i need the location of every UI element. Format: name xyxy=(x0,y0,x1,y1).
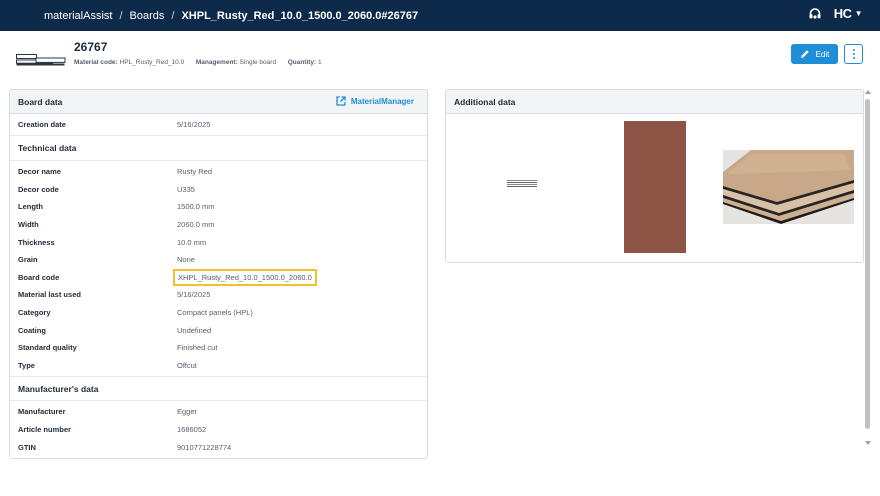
type-row: Type Offcut xyxy=(10,357,427,375)
edit-button[interactable]: Edit xyxy=(791,44,838,64)
more-vertical-icon xyxy=(852,49,855,51)
edit-button-label: Edit xyxy=(815,49,830,59)
field-label: Decor name xyxy=(18,167,61,177)
gtin-row: GTIN 9010771228774 xyxy=(10,438,427,456)
field-value: 1686052 xyxy=(177,425,207,435)
breadcrumb-boards[interactable]: Boards xyxy=(130,10,165,22)
quantity-value: 1 xyxy=(318,59,322,66)
field-value: U335 xyxy=(177,184,195,194)
board-id-title: 26767 xyxy=(74,40,108,54)
material-code-value: HPL_Rusty_Red_10.0 xyxy=(119,59,185,66)
field-label: GTIN xyxy=(18,442,36,452)
field-value: Compact panels (HPL) xyxy=(177,308,253,318)
brand-menu[interactable]: HC ▼ xyxy=(833,6,863,21)
additional-data-card: Additional data xyxy=(445,89,864,263)
field-label: Board code xyxy=(18,272,60,282)
length-row: Length 1500.0 mm xyxy=(10,198,427,216)
field-label: Coating xyxy=(18,325,46,335)
decor-swatch xyxy=(624,121,686,253)
board-meta: Material code: HPL_Rusty_Red_10.0 Manage… xyxy=(74,59,322,66)
technical-data-heading: Technical data xyxy=(10,136,427,161)
field-value: Undefined xyxy=(177,325,212,335)
manufacturer-logo xyxy=(507,180,537,188)
field-value: 9010771228774 xyxy=(177,442,232,452)
external-link-icon xyxy=(336,96,346,106)
material-manager-link[interactable]: MaterialManager xyxy=(336,96,414,106)
field-label: Manufacturer xyxy=(18,407,66,417)
coating-row: Coating Undefined xyxy=(10,321,427,339)
manufacturer-row: Manufacturer Egger xyxy=(10,403,427,421)
management-value: Single board xyxy=(239,59,277,66)
breadcrumb-materialassist[interactable]: materialAssist xyxy=(44,10,112,22)
field-label: Material last used xyxy=(18,290,81,300)
manufacturer-data-heading: Manufacturer's data xyxy=(10,376,427,402)
technical-data-list: Decor name Rusty Red Decor code U335 Lengt… xyxy=(10,161,427,374)
material-code-label: Material code: xyxy=(74,59,118,66)
field-value: Egger xyxy=(177,407,198,417)
field-label: Standard quality xyxy=(18,343,77,353)
headset-icon[interactable] xyxy=(808,7,822,21)
field-value: 10.0 mm xyxy=(177,237,207,247)
board-data-card: Board data MaterialManager Creation date… xyxy=(9,89,428,459)
decor-code-row: Decor code U335 xyxy=(10,181,427,199)
chevron-down-icon: ▼ xyxy=(854,9,863,18)
breadcrumb-separator: / xyxy=(119,9,123,22)
field-value: Offcut xyxy=(177,360,197,370)
additional-data-title: Additional data xyxy=(454,96,516,107)
creation-date-label: Creation date xyxy=(18,120,66,129)
field-label: Thickness xyxy=(18,237,55,247)
scroll-up-arrow-icon[interactable] xyxy=(865,90,871,94)
field-label: Article number xyxy=(18,425,71,435)
width-row: Width 2060.0 mm xyxy=(10,216,427,234)
creation-date-row: Creation date 5/16/2025 xyxy=(10,114,427,136)
field-label: Length xyxy=(18,202,43,212)
board-data-header: Board data MaterialManager xyxy=(10,90,427,114)
field-value: 2060.0 mm xyxy=(177,220,215,230)
management-label: Management: xyxy=(195,59,238,66)
material-last-used-row: Material last used 5/16/2025 xyxy=(10,286,427,304)
field-label: Width xyxy=(18,220,39,230)
page-scrollbar[interactable] xyxy=(864,89,872,451)
manufacturer-data-list: Manufacturer Egger Article number 1686052 … xyxy=(10,401,427,456)
more-options-button[interactable] xyxy=(844,44,863,64)
breadcrumb-current-board: XHPL_Rusty_Red_10.0_1500.0_2060.0#26767 xyxy=(181,9,419,22)
panel-sample-photo xyxy=(723,150,854,224)
scroll-down-arrow-icon[interactable] xyxy=(865,441,871,445)
category-row: Category Compact panels (HPL) xyxy=(10,304,427,322)
additional-data-header: Additional data xyxy=(446,90,863,114)
field-label: Grain xyxy=(18,255,38,265)
grain-row: Grain None xyxy=(10,251,427,269)
field-label: Category xyxy=(18,308,51,318)
board-stack-icon xyxy=(16,54,66,66)
additional-images xyxy=(446,114,863,262)
field-value: Rusty Red xyxy=(177,167,213,177)
board-data-title: Board data xyxy=(18,96,63,107)
top-navigation-bar: materialAssist / Boards / XHPL_Rusty_Red… xyxy=(0,0,880,31)
scrollbar-thumb[interactable] xyxy=(865,99,870,429)
top-right-actions: HC ▼ xyxy=(808,6,863,21)
thickness-row: Thickness 10.0 mm xyxy=(10,233,427,251)
field-label: Decor code xyxy=(18,184,59,194)
breadcrumb-separator: / xyxy=(171,9,175,22)
decor-name-row: Decor name Rusty Red xyxy=(10,163,427,181)
board-code-row: Board code XHPL_Rusty_Red_10.0_1500.0_206… xyxy=(10,268,427,287)
field-value: Finished cut xyxy=(177,343,218,353)
field-value: 5/16/2025 xyxy=(177,290,211,300)
field-label: Type xyxy=(18,360,35,370)
brand-logo: HC xyxy=(833,6,852,21)
article-number-row: Article number 1686052 xyxy=(10,421,427,439)
material-manager-label: MaterialManager xyxy=(350,96,414,106)
field-value: 1500.0 mm xyxy=(177,202,215,212)
field-value: None xyxy=(177,255,195,265)
board-code-value: XHPL_Rusty_Red_10.0_1500.0_2060.0 xyxy=(173,268,317,286)
pencil-icon xyxy=(800,50,809,58)
creation-date-value: 5/16/2025 xyxy=(177,120,211,129)
quantity-label: Quantity: xyxy=(287,59,317,66)
standard-quality-row: Standard quality Finished cut xyxy=(10,339,427,357)
